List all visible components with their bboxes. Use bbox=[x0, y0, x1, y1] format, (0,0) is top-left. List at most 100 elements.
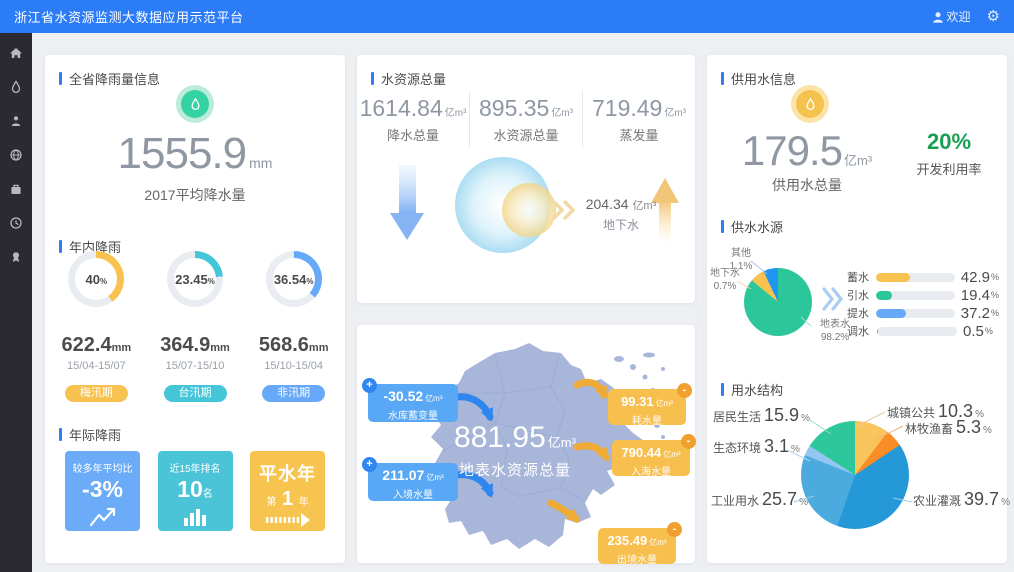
header-accent-bar bbox=[59, 428, 62, 441]
stat-card-water-year: 平水年 第 1 年 bbox=[250, 451, 325, 531]
settings-gear-icon[interactable]: ⚙ bbox=[987, 9, 1000, 24]
plus-icon: + bbox=[362, 378, 377, 393]
bar-fill bbox=[876, 309, 905, 318]
period-date-range: 15/04-15/07 bbox=[67, 360, 126, 372]
chevrons-right-icon bbox=[554, 202, 573, 218]
callout-water-consumption: - 99.31亿m³ 耗水量 bbox=[608, 389, 686, 425]
supply-source-pie-chart bbox=[744, 268, 812, 336]
sidebar-item-stations[interactable] bbox=[8, 113, 24, 128]
rain-period-donut: 40% bbox=[68, 251, 124, 307]
callout-inbound-water: + 211.07亿m³ 入境水量 bbox=[368, 463, 458, 501]
interannual-rain-header: 年际降雨 bbox=[59, 425, 121, 444]
development-rate-value: 20% bbox=[899, 129, 999, 155]
usage-structure-header: 用水结构 bbox=[721, 380, 783, 399]
rainfall-drop-badge bbox=[176, 85, 214, 123]
header-accent-bar bbox=[721, 383, 724, 396]
bar-chart-icon bbox=[181, 505, 209, 527]
callout-outbound-water: - 235.49亿m³ 出境水量 bbox=[598, 528, 676, 564]
top-bar: 浙江省水资源监测大数据应用示范平台 欢迎 ⚙ bbox=[0, 0, 1014, 33]
supply-total-label: 供用水总量 bbox=[707, 175, 907, 195]
header-accent-bar bbox=[721, 72, 724, 85]
monitor-station-icon bbox=[9, 114, 23, 128]
content-area: 全省降雨量信息 1555.9mm 2017平均降水量 年内降雨 40% bbox=[32, 33, 1014, 572]
welcome-menu[interactable]: 欢迎 bbox=[932, 8, 971, 25]
minus-icon: - bbox=[667, 522, 682, 537]
header-accent-bar bbox=[721, 220, 724, 233]
period-badge: 非汛期 bbox=[262, 385, 325, 402]
rain-period-column: 36.54% 568.6mm 15/10-15/04 非汛期 bbox=[244, 251, 343, 402]
bar-track bbox=[877, 327, 957, 336]
panel-surface-water-map: 881.95亿m³ 地表水资源总量 + -30.52亿m³ 水库蓄变量 + 21… bbox=[357, 325, 695, 563]
panel-water-resource-total: 水资源总量 1614.84亿m³ 降水总量 895.35亿m³ 水资源总量 71… bbox=[357, 55, 695, 303]
down-arrow-icon bbox=[390, 165, 424, 240]
period-rainfall-value: 622.4mm bbox=[62, 334, 132, 357]
pie-label-groundwater: 地下水0.7% bbox=[707, 267, 743, 293]
callout-sea-outflow: - 790.44亿m³ 入海水量 bbox=[612, 440, 690, 476]
period-badge: 台汛期 bbox=[164, 385, 227, 402]
usage-label-forestry-livestock: 林牧渔畜5.3% bbox=[905, 417, 992, 438]
rain-period-donut: 23.45% bbox=[167, 251, 223, 307]
period-rainfall-value: 568.6mm bbox=[259, 334, 329, 357]
header-accent-bar bbox=[59, 72, 62, 85]
sidebar-item-history[interactable] bbox=[8, 215, 24, 230]
rain-period-column: 23.45% 364.9mm 15/07-15/10 台汛期 bbox=[146, 251, 245, 402]
header-accent-bar bbox=[371, 72, 374, 85]
usage-label-agricultural: 农业灌溉39.7% bbox=[913, 489, 1010, 510]
sidebar-item-home[interactable] bbox=[8, 45, 24, 60]
sidebar-item-projects[interactable] bbox=[8, 181, 24, 196]
supply-drop-badge bbox=[791, 85, 829, 123]
trend-line-icon bbox=[88, 505, 118, 529]
award-icon bbox=[9, 250, 23, 264]
rain-period-donut: 36.54% bbox=[266, 251, 322, 307]
chevrons-right-icon bbox=[821, 286, 845, 312]
stat-card-rank: 近15年排名 10名 bbox=[158, 451, 233, 531]
callout-reservoir-storage-change: + -30.52亿m³ 水库蓄变量 bbox=[368, 384, 458, 422]
panel-province-rainfall: 全省降雨量信息 1555.9mm 2017平均降水量 年内降雨 40% bbox=[45, 55, 345, 563]
welcome-label: 欢迎 bbox=[947, 8, 971, 25]
water-drop-icon bbox=[9, 80, 23, 94]
supply-source-header: 供水水源 bbox=[721, 217, 783, 236]
bar-track bbox=[876, 291, 954, 300]
rain-period-column: 40% 622.4mm 15/04-15/07 梅汛期 bbox=[47, 251, 146, 402]
water-total-stats: 1614.84亿m³ 降水总量 895.35亿m³ 水资源总量 719.49亿m… bbox=[357, 91, 695, 147]
stat-water-resources: 895.35亿m³ 水资源总量 bbox=[469, 91, 582, 147]
panel-water-supply: 供用水信息 179.5亿m³ 20% 开发利用率 供用水总量 供水水源 其 bbox=[707, 55, 1007, 563]
period-date-range: 15/10-15/04 bbox=[264, 360, 323, 372]
dashed-arrow-icon bbox=[265, 513, 311, 527]
bar-fill bbox=[876, 273, 910, 282]
sidebar-nav bbox=[0, 33, 32, 572]
supply-panel-header: 供用水信息 bbox=[721, 69, 796, 88]
supply-source-bar-row: 提水 37.2% bbox=[847, 305, 999, 321]
period-rainfall-value: 364.9mm bbox=[160, 334, 230, 357]
bar-fill bbox=[877, 327, 878, 336]
rainfall-panel-header: 全省降雨量信息 bbox=[59, 69, 160, 88]
supply-source-bar-row: 调水 0.5% bbox=[847, 323, 999, 339]
bar-track bbox=[876, 273, 954, 282]
sidebar-item-rainfall[interactable] bbox=[8, 79, 24, 94]
building-icon bbox=[9, 182, 23, 196]
period-badge: 梅汛期 bbox=[65, 385, 128, 402]
avg-rainfall-label: 2017平均降水量 bbox=[45, 185, 345, 205]
usage-label-residential: 居民生活15.9% bbox=[713, 405, 809, 426]
user-icon bbox=[932, 11, 944, 23]
sidebar-item-overview[interactable] bbox=[8, 147, 24, 162]
home-icon bbox=[9, 46, 23, 60]
clock-icon bbox=[9, 216, 23, 230]
usage-label-ecological: 生态环境3.1% bbox=[713, 436, 789, 457]
groundwater-callout: 204.34 亿m³ 地下水 bbox=[579, 196, 663, 233]
supply-source-bar-row: 引水 19.4% bbox=[847, 287, 999, 303]
app-title: 浙江省水资源监测大数据应用示范平台 bbox=[14, 7, 244, 26]
supply-total-value: 179.5亿m³ bbox=[707, 127, 907, 175]
dashboard-root: 浙江省水资源监测大数据应用示范平台 欢迎 ⚙ bbox=[0, 0, 1014, 572]
usage-label-industrial: 工业用水25.7% bbox=[711, 489, 793, 510]
sidebar-item-reports[interactable] bbox=[8, 249, 24, 264]
water-total-header: 水资源总量 bbox=[371, 69, 446, 88]
avg-rainfall-value: 1555.9mm bbox=[45, 129, 345, 179]
supply-source-bar-row: 蓄水 42.9% bbox=[847, 269, 999, 285]
water-drop-icon bbox=[796, 90, 824, 118]
stat-precipitation: 1614.84亿m³ 降水总量 bbox=[357, 91, 469, 147]
development-rate: 20% 开发利用率 bbox=[899, 129, 999, 178]
minus-icon: - bbox=[681, 434, 696, 449]
water-drop-icon bbox=[181, 90, 209, 118]
topbar-actions: 欢迎 ⚙ bbox=[932, 8, 1000, 25]
